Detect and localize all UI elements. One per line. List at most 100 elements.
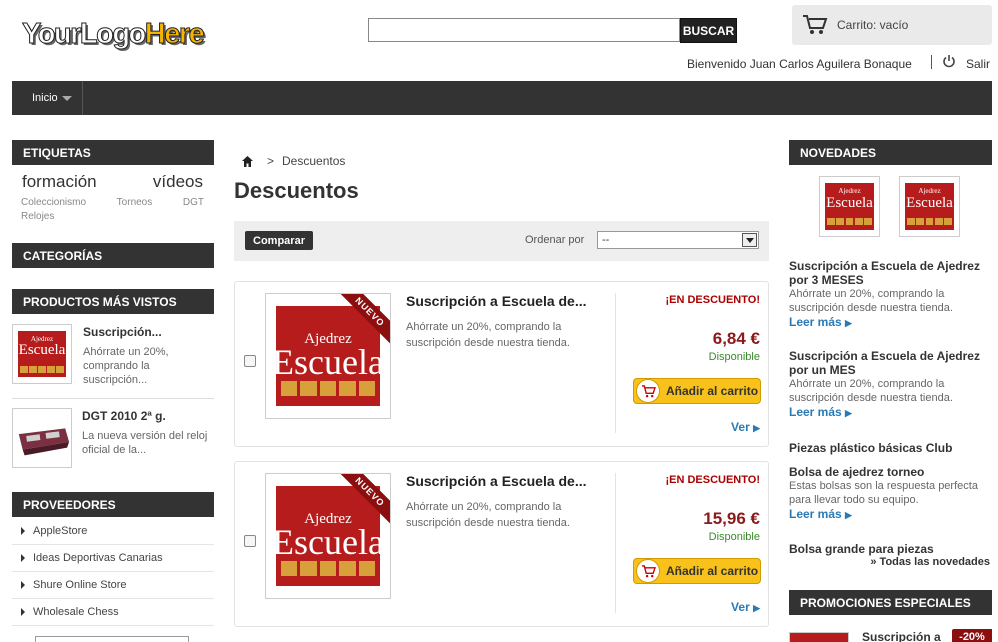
promo-item-title[interactable]: Suscripción a	[862, 630, 941, 642]
news-item-desc: Estas bolsas son la respuesta perfecta p…	[789, 480, 978, 506]
supplier-label: AppleStore	[33, 525, 88, 537]
promo-discount-badge: -20%	[952, 629, 992, 642]
image-text-escuela: Escuela	[272, 522, 384, 563]
supplier-label: Ideas Deportivas Canarias	[33, 552, 163, 564]
news-item-title[interactable]: Bolsa grande para piezas	[789, 542, 989, 556]
read-more-link[interactable]: Leer más ▶	[789, 315, 852, 329]
arrow-right-icon: ▶	[845, 510, 852, 520]
home-icon[interactable]	[242, 155, 253, 167]
news-item-title[interactable]: Suscripción a Escuela de Ajedrez por un …	[789, 349, 989, 377]
supplier-item[interactable]: AppleStore	[12, 518, 214, 545]
cart-summary[interactable]: Carrito: vacío	[792, 5, 992, 45]
product-card: Ajedrez Escuela NUEVO Suscripción a Escu…	[234, 281, 769, 447]
news-item-title[interactable]: Suscripción a Escuela de Ajedrez por 3 M…	[789, 259, 989, 287]
promo-thumb[interactable]	[789, 632, 849, 642]
read-more-link[interactable]: Leer más ▶	[789, 405, 852, 419]
product-description: Ahórrate un 20%, comprando la suscripció…	[406, 321, 570, 349]
supplier-label: Wholesale Chess	[33, 606, 119, 618]
tags-block-title: ETIQUETAS	[12, 140, 214, 165]
product-image[interactable]: Ajedrez Escuela NUEVO	[265, 293, 391, 419]
view-label: Ver	[731, 420, 750, 434]
compare-checkbox[interactable]	[244, 535, 256, 547]
sort-select-value: --	[602, 234, 610, 246]
arrow-right-icon	[21, 608, 25, 616]
search-input[interactable]	[368, 18, 680, 42]
arrow-right-icon: ▶	[845, 318, 852, 328]
tag-link[interactable]: vídeos	[153, 172, 203, 192]
view-product-link[interactable]: Ver ▶	[731, 600, 760, 614]
divider	[615, 473, 616, 613]
most-viewed-title[interactable]: Suscripción...	[83, 325, 162, 339]
sort-select[interactable]: --	[597, 231, 759, 249]
most-viewed-title[interactable]: DGT 2010 2ª g.	[82, 409, 166, 423]
availability-label: Disponible	[708, 351, 760, 363]
all-news-link[interactable]: » Todas las novedades	[870, 556, 990, 568]
promos-block-title: PROMOCIONES ESPECIALES	[789, 590, 992, 615]
news-item-title[interactable]: Piezas plástico básicas Club	[789, 441, 989, 455]
breadcrumb-separator: >	[267, 154, 275, 168]
nav-home[interactable]: Inicio	[12, 81, 83, 115]
cart-label: Carrito: vacío	[837, 18, 909, 32]
add-to-cart-label: Añadir al carrito	[666, 564, 759, 578]
chess-clock-image	[18, 428, 70, 456]
tag-link[interactable]: formación	[22, 172, 97, 192]
page-title: Descuentos	[234, 178, 359, 203]
escuela-product-image: Ajedrez Escuela	[820, 177, 879, 236]
main-navbar: Inicio	[12, 81, 992, 115]
most-viewed-block-title: PRODUCTOS MÁS VISTOS	[12, 289, 214, 314]
most-viewed-thumb[interactable]: Ajedrez Escuela	[12, 324, 72, 384]
power-icon[interactable]	[942, 54, 956, 68]
supplier-item[interactable]: Ideas Deportivas Canarias	[12, 545, 214, 572]
tag-link[interactable]: Relojes	[21, 210, 54, 224]
image-text-escuela: Escuela	[272, 342, 384, 383]
arrow-right-icon: ▶	[753, 603, 760, 613]
product-image[interactable]: Ajedrez Escuela NUEVO	[265, 473, 391, 599]
product-title[interactable]: Suscripción a Escuela de...	[406, 473, 587, 489]
read-more-label: Leer más	[789, 507, 842, 521]
divider	[12, 398, 214, 399]
news-thumb[interactable]: Ajedrez Escuela	[819, 176, 880, 237]
compare-button[interactable]: Comparar	[245, 231, 313, 250]
site-logo[interactable]: YourLogoHere	[22, 16, 212, 52]
news-item-desc: Ahórrate un 20%, comprando la suscripció…	[789, 378, 953, 404]
supplier-select[interactable]	[35, 636, 189, 642]
view-product-link[interactable]: Ver ▶	[731, 420, 760, 434]
discount-label: ¡EN DESCUENTO!	[665, 474, 760, 486]
most-viewed-desc: Ahórrate un 20%, comprando la suscripció…	[83, 346, 169, 386]
breadcrumb: > Descuentos	[242, 154, 345, 168]
supplier-item[interactable]: Wholesale Chess	[12, 599, 214, 626]
shopping-cart-icon	[636, 379, 660, 403]
most-viewed-thumb[interactable]	[12, 408, 72, 468]
categories-block-title[interactable]: CATEGORÍAS	[12, 243, 214, 268]
supplier-item[interactable]: Shure Online Store	[12, 572, 214, 599]
product-price: 6,84 €	[712, 329, 760, 348]
view-label: Ver	[731, 600, 750, 614]
compare-checkbox[interactable]	[244, 355, 256, 367]
arrow-right-icon: ▶	[845, 408, 852, 418]
logo-text-accent: Here	[144, 18, 205, 51]
availability-label: Disponible	[708, 531, 760, 543]
shopping-cart-icon	[636, 559, 660, 583]
read-more-label: Leer más	[789, 405, 842, 419]
add-to-cart-button[interactable]: Añadir al carrito	[633, 378, 761, 404]
chevron-down-icon[interactable]	[742, 233, 757, 247]
nav-home-label: Inicio	[32, 92, 58, 104]
shopping-cart-icon	[803, 15, 828, 34]
read-more-link[interactable]: Leer más ▶	[789, 507, 852, 521]
image-text-escuela: Escuela	[18, 342, 66, 359]
arrow-right-icon	[21, 581, 25, 589]
escuela-product-image: Ajedrez Escuela	[900, 177, 959, 236]
sort-label: Ordenar por	[525, 234, 585, 246]
supplier-label: Shure Online Store	[33, 579, 127, 591]
tag-link[interactable]: Coleccionismo	[21, 196, 86, 210]
chevron-down-icon	[61, 95, 72, 101]
tag-link[interactable]: Torneos	[117, 196, 153, 210]
product-card: Ajedrez Escuela NUEVO Suscripción a Escu…	[234, 461, 769, 627]
product-title[interactable]: Suscripción a Escuela de...	[406, 293, 587, 309]
search-button[interactable]: BUSCAR	[680, 18, 737, 43]
add-to-cart-button[interactable]: Añadir al carrito	[633, 558, 761, 584]
news-item-title[interactable]: Bolsa de ajedrez torneo	[789, 465, 989, 479]
tag-link[interactable]: DGT	[183, 196, 204, 210]
news-thumb[interactable]: Ajedrez Escuela	[899, 176, 960, 237]
logout-link[interactable]: Salir	[966, 57, 990, 71]
